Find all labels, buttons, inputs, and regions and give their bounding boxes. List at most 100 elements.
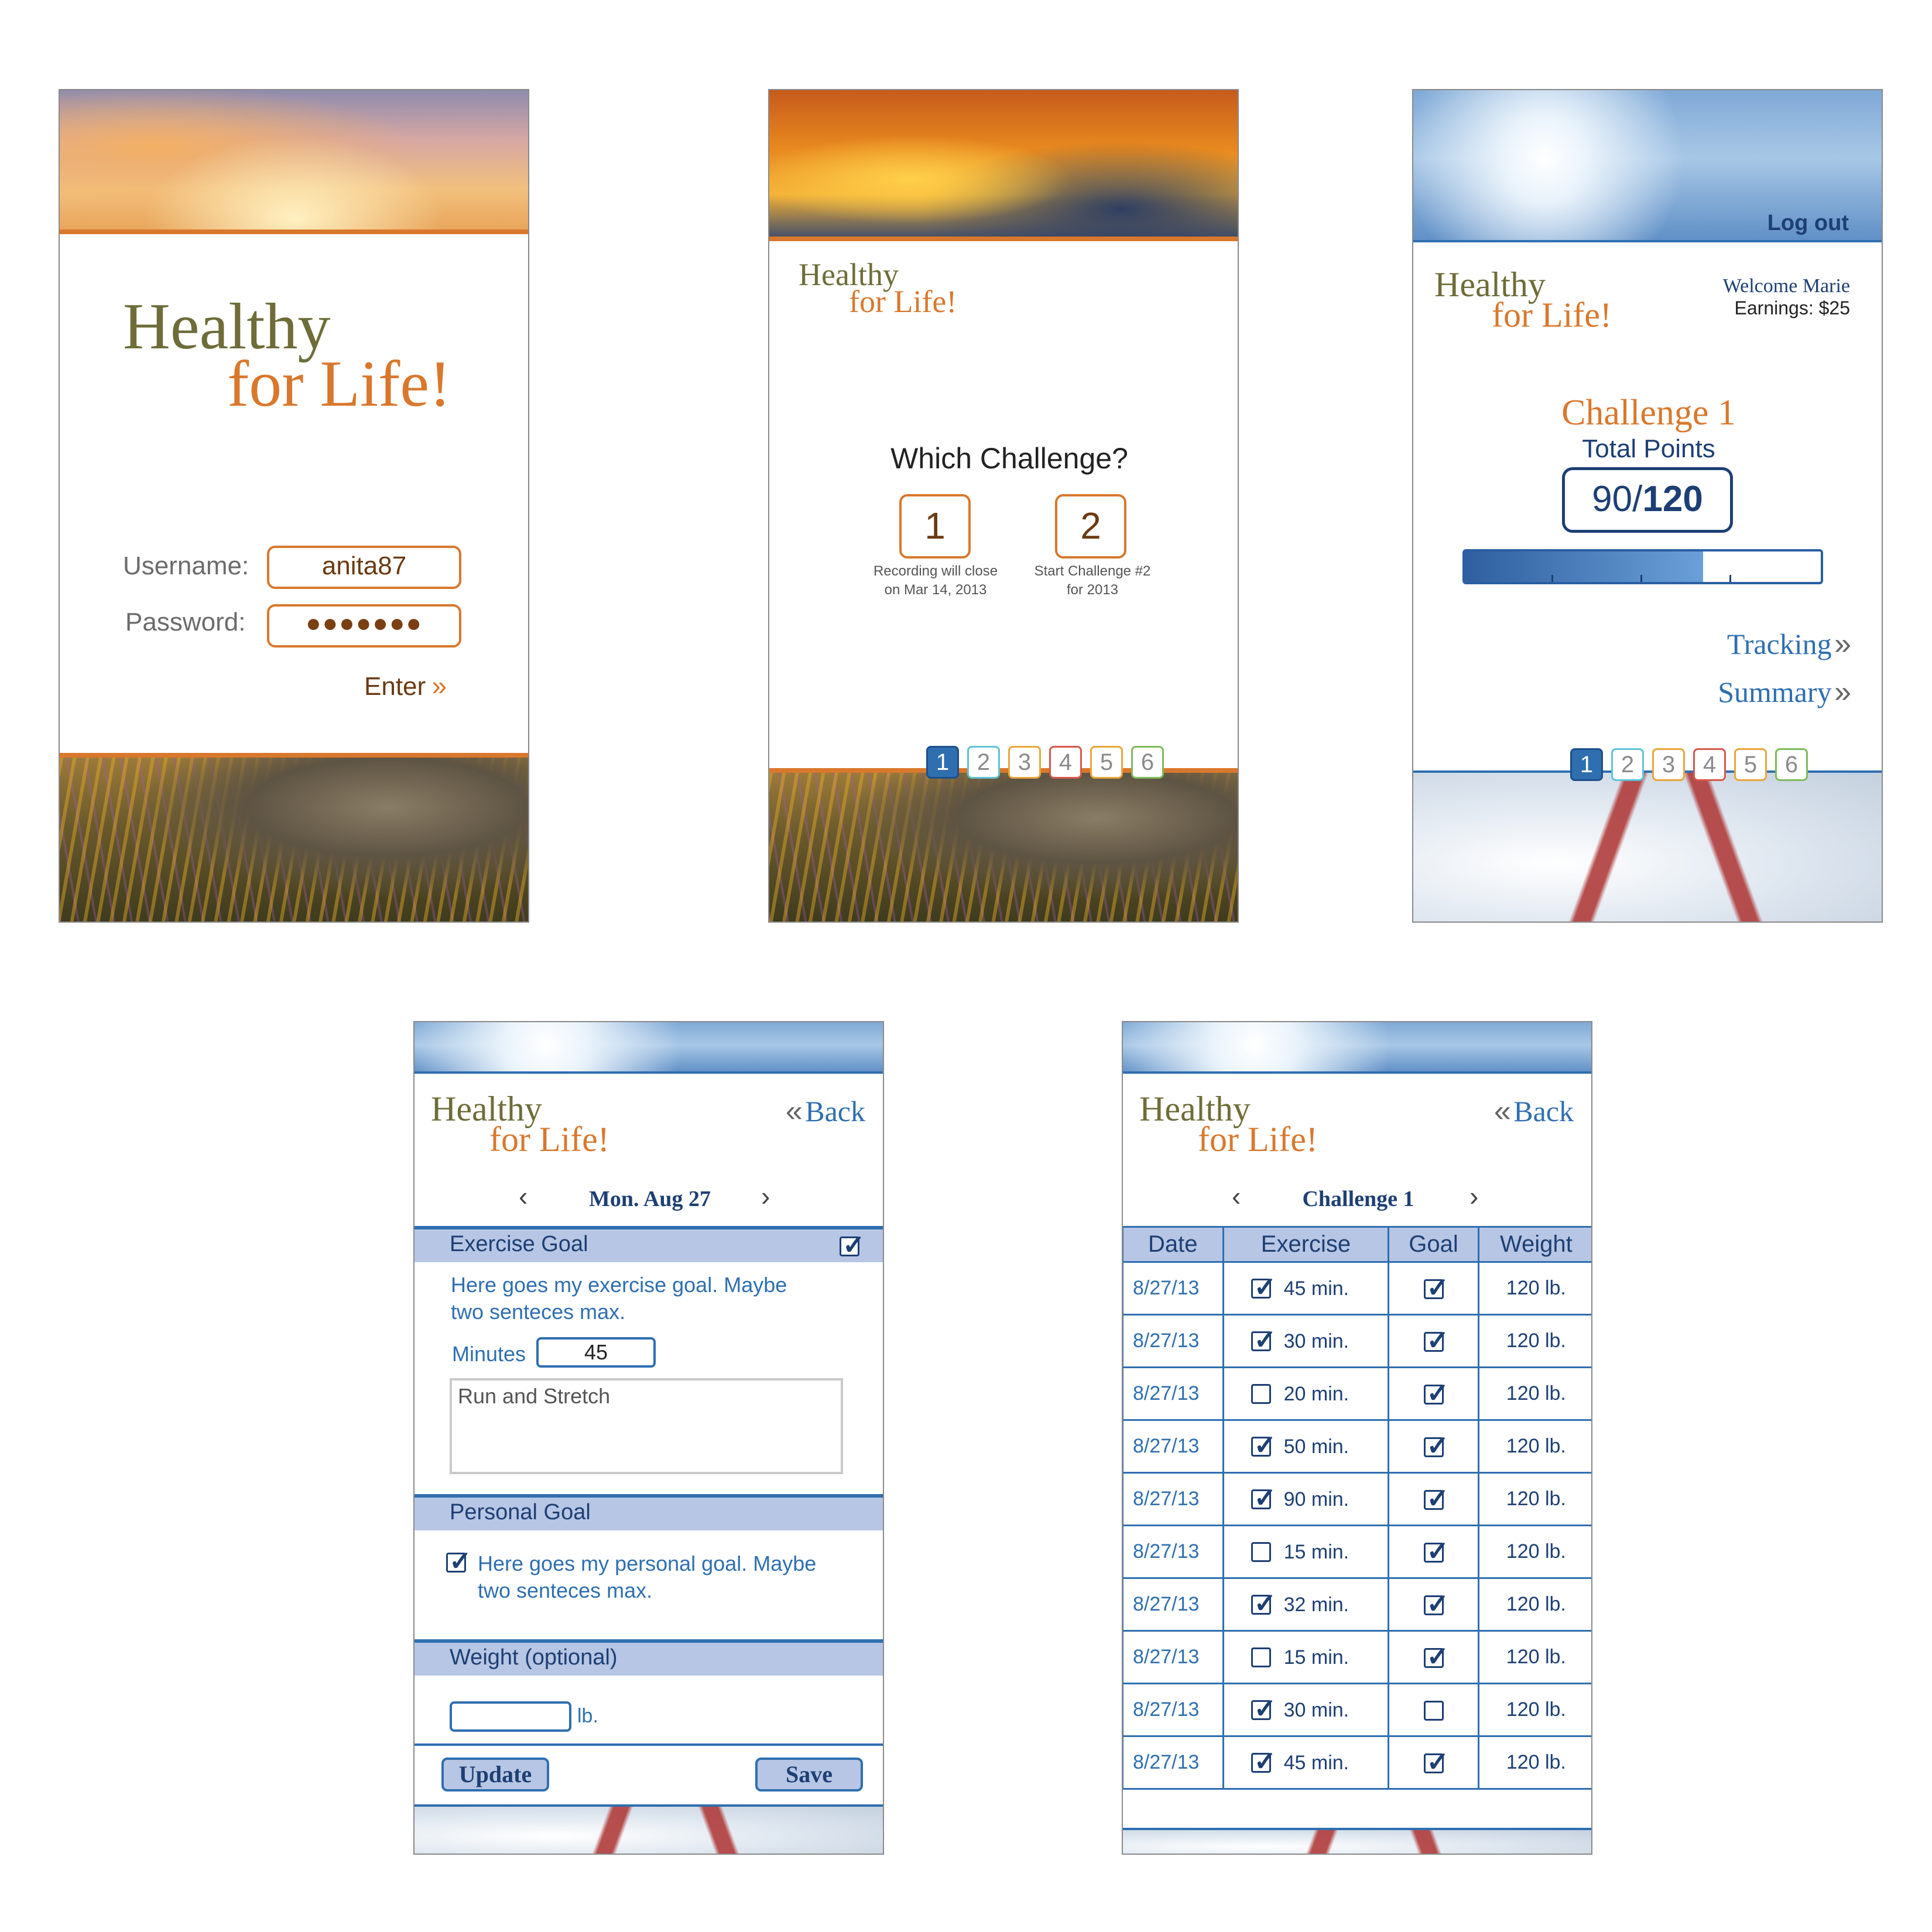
page-2-button[interactable]: 2 [967,746,1000,779]
goal-met-checkbox[interactable] [1423,1430,1449,1461]
update-button[interactable]: Update [441,1758,549,1791]
prev-day-button[interactable]: ‹ [519,1180,527,1212]
goal-met-checkbox[interactable] [1423,1640,1449,1672]
date-cell: 8/27/13 [1123,1366,1224,1421]
page-5-button[interactable]: 5 [1090,746,1123,779]
table-row: 8/27/13 15 min. 120 lb. [1123,1630,1591,1684]
weight-cell: 120 lb. [1477,1577,1591,1632]
exercise-goal-text-line2: two senteces max. [451,1300,626,1324]
table-header-row: Date Exercise Goal Weight [1123,1226,1591,1263]
weight-cell: 120 lb. [1477,1630,1591,1684]
page-1-button[interactable]: 1 [1570,748,1603,781]
exercise-cell: 20 min. [1222,1366,1390,1421]
exercise-done-checkbox[interactable] [1251,1647,1271,1668]
page-4-button[interactable]: 4 [1049,746,1082,779]
dashboard-screen: Log out Healthy for Life! Welcome Marie … [1412,89,1883,923]
prev-challenge-button[interactable]: ‹ [1232,1180,1241,1212]
goal-met-checkbox[interactable] [1423,1272,1449,1303]
exercise-done-checkbox[interactable] [1251,1271,1276,1303]
minutes-value: 15 min. [1283,1646,1349,1669]
weight-cell: 120 lb. [1477,1419,1591,1474]
goal-cell [1388,1683,1479,1737]
personal-goal-text-line2: two senteces max. [478,1578,653,1602]
exercise-done-checkbox[interactable] [1251,1429,1276,1461]
personal-goal-heading: Personal Goal [450,1500,591,1525]
page-6-button[interactable]: 6 [1131,746,1164,779]
page-4-button[interactable]: 4 [1693,748,1726,781]
page-5-button[interactable]: 5 [1734,748,1767,781]
activity-textarea[interactable]: Run and Stretch [450,1378,843,1474]
page-6-button[interactable]: 6 [1775,748,1808,781]
personal-goal-text-line1: Here goes my personal goal. Maybe [478,1551,817,1575]
tracking-table: Date Exercise Goal Weight 8/27/13 45 min.… [1123,1226,1591,1790]
goal-met-checkbox[interactable] [1423,1588,1449,1619]
exercise-goal-heading: Exercise Goal [450,1232,588,1256]
footer-meadow-image [769,773,1238,922]
page-3-button[interactable]: 3 [1008,746,1041,779]
goal-met-checkbox[interactable] [1423,1377,1449,1409]
goal-cell [1388,1366,1479,1421]
weight-input[interactable] [450,1701,571,1732]
page-3-button[interactable]: 3 [1652,748,1685,781]
summary-link[interactable]: Summary » [1718,674,1851,710]
page-1-button[interactable]: 1 [926,746,959,779]
exercise-goal-section: Exercise Goal [415,1226,883,1262]
footer-ski-image [1413,773,1882,922]
column-header-exercise: Exercise [1222,1226,1390,1263]
challenge-2-number: 2 [1055,494,1126,559]
points-box: 90/120 [1562,467,1733,533]
exercise-cell: 32 min. [1222,1577,1390,1632]
challenge-option-1[interactable]: 1 Recording will close on Mar 14, 2013 [865,494,1018,600]
table-body: 8/27/13 45 min. 120 lb. 8/27/13 30 min. 120 l… [1123,1261,1591,1790]
back-link[interactable]: « Back [1494,1094,1574,1129]
minutes-value: 45 [584,1340,608,1364]
exercise-goal-checkbox[interactable] [840,1229,865,1260]
username-field[interactable]: anita87 [267,546,461,589]
password-label: Password: [125,608,246,636]
password-value: ●●●●●●● [305,609,423,638]
goal-met-checkbox[interactable] [1423,1746,1449,1777]
next-day-button[interactable]: › [761,1180,770,1212]
exercise-done-checkbox[interactable] [1251,1693,1276,1724]
weight-heading: Weight (optional) [450,1645,618,1670]
exercise-done-checkbox[interactable] [1251,1745,1276,1777]
password-field[interactable]: ●●●●●●● [267,604,461,648]
exercise-cell: 45 min. [1222,1735,1390,1790]
goal-met-checkbox[interactable] [1423,1482,1449,1514]
goal-met-checkbox[interactable] [1423,1701,1444,1721]
footer-ski-image [1123,1828,1591,1854]
next-challenge-button[interactable]: › [1469,1180,1478,1212]
double-chevron-left-icon: « [1493,1094,1511,1128]
exercise-done-checkbox[interactable] [1251,1324,1276,1355]
minutes-input[interactable]: 45 [536,1337,656,1368]
challenge-2-caption-line2: for 2013 [1066,582,1119,598]
goal-cell [1388,1472,1479,1526]
table-row: 8/27/13 30 min. 120 lb. [1123,1314,1591,1368]
page-indicator: 1 2 3 4 5 6 [1570,748,1808,781]
exercise-done-checkbox[interactable] [1251,1587,1276,1619]
logout-link[interactable]: Log out [1767,211,1849,236]
exercise-done-checkbox[interactable] [1251,1542,1271,1563]
challenge-option-2[interactable]: 2 Start Challenge #2 for 2013 [1022,494,1174,600]
goal-met-checkbox[interactable] [1423,1535,1449,1567]
double-chevron-right-icon: » [1834,627,1851,661]
header-sky-image [60,90,528,232]
tracking-link[interactable]: Tracking » [1727,626,1851,662]
enter-button[interactable]: Enter » [364,670,470,705]
minutes-value: 45 min. [1283,1277,1349,1300]
table-row: 8/27/13 15 min. 120 lb. [1123,1525,1591,1579]
page-2-button[interactable]: 2 [1611,748,1644,781]
goal-met-checkbox[interactable] [1423,1324,1449,1356]
points-progress-bar [1462,549,1823,584]
logo-for-life: for Life! [489,1120,609,1159]
exercise-done-checkbox[interactable] [1251,1482,1276,1513]
exercise-done-checkbox[interactable] [1251,1384,1271,1405]
table-row: 8/27/13 90 min. 120 lb. [1123,1472,1591,1526]
header-sky-image [1123,1022,1591,1073]
back-link[interactable]: « Back [786,1094,865,1129]
personal-goal-checkbox[interactable] [446,1545,472,1577]
logo-for-life: for Life! [1198,1120,1318,1159]
goal-cell [1388,1314,1479,1368]
save-button[interactable]: Save [755,1758,863,1791]
weight-unit: lb. [577,1705,598,1727]
